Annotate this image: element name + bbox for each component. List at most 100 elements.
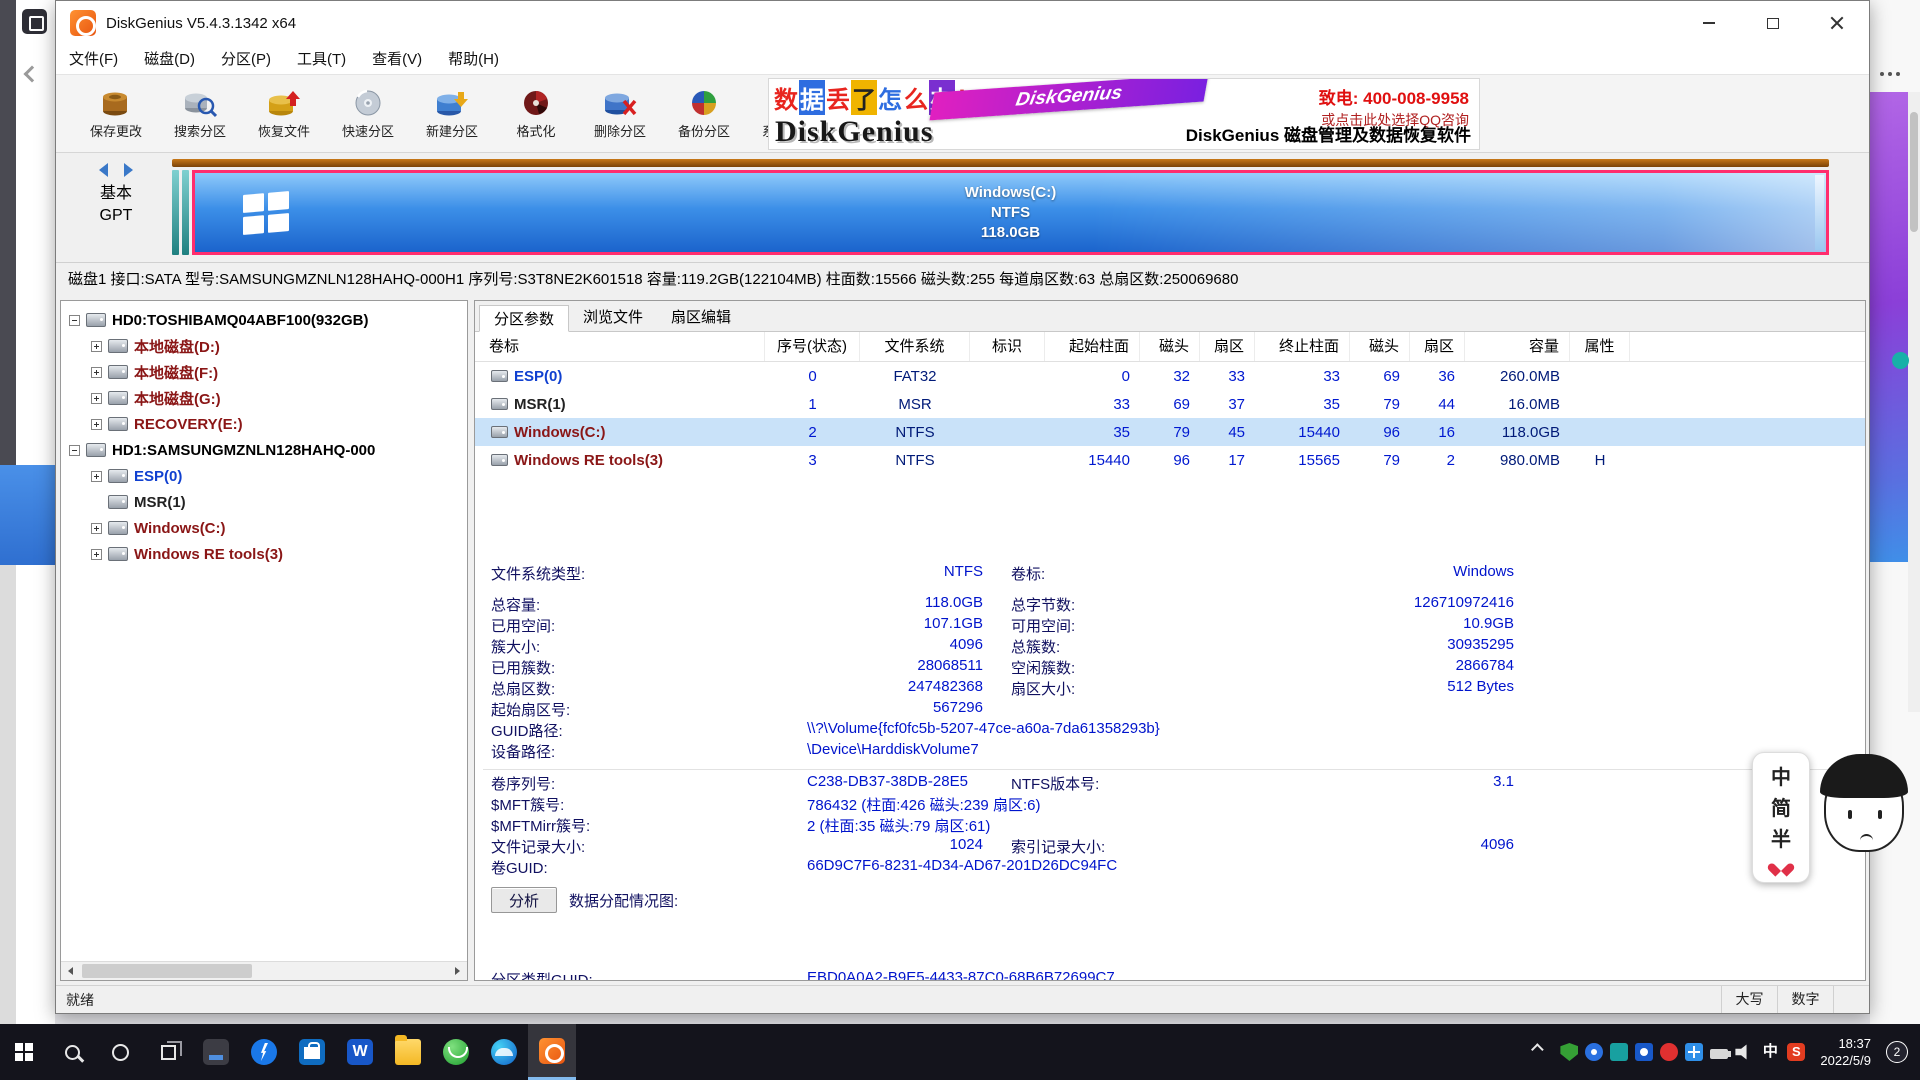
ime-indicator[interactable]: 中 xyxy=(1760,1043,1780,1061)
diskgenius-window: DiskGenius V5.4.3.1342 x64 文件(F) 磁盘(D) 分… xyxy=(55,0,1870,1014)
table-row-esp[interactable]: ESP(0) 0 FAT32 0 32 33 33 69 36 260.0MB xyxy=(475,362,1865,390)
promo-banner[interactable]: 数据丢了怎么办！！ DiskGenius DiskGenius 致电: 400-… xyxy=(768,78,1480,150)
table-row-windows-c[interactable]: Windows(C:) 2 NTFS 35 79 45 15440 96 16 … xyxy=(475,418,1865,446)
tray-icon-blue-circle[interactable] xyxy=(1585,1043,1603,1061)
taskbar-clock[interactable]: 18:37 2022/5/9 xyxy=(1812,1035,1879,1069)
more-icon[interactable] xyxy=(1880,72,1906,78)
new-partition-button[interactable]: 新建分区 xyxy=(410,78,494,150)
status-bar: 就绪 大写 数字 xyxy=(56,985,1869,1013)
minimize-button[interactable] xyxy=(1677,1,1741,45)
expand-icon[interactable] xyxy=(91,393,102,404)
ime-simplified-indicator[interactable]: 简 xyxy=(1771,792,1791,821)
ime-status-card[interactable]: 中 简 半 xyxy=(1752,752,1810,883)
tree-item-msr[interactable]: MSR(1) xyxy=(61,489,467,515)
battery-icon[interactable] xyxy=(1710,1049,1728,1059)
taskbar-app-explorer[interactable] xyxy=(384,1024,432,1080)
close-button[interactable] xyxy=(1805,1,1869,45)
recover-files-button[interactable]: 恢复文件 xyxy=(242,78,326,150)
detail-row-mft: $MFT簇号:786432 (柱面:426 磁头:239 扇区:6) xyxy=(475,794,1865,815)
detail-row: 文件记录大小:1024 索引记录大小:4096 xyxy=(475,836,1865,857)
tree-item-windows-c[interactable]: Windows(C:) xyxy=(61,515,467,541)
tray-icon-red[interactable] xyxy=(1660,1043,1678,1061)
taskbar-app-pinned[interactable] xyxy=(192,1024,240,1080)
table-row-msr[interactable]: MSR(1) 1 MSR 33 69 37 35 79 44 16.0MB xyxy=(475,390,1865,418)
menu-file[interactable]: 文件(F) xyxy=(56,45,131,74)
windows-c-partition-bar[interactable]: Windows(C:) NTFS 118.0GB xyxy=(192,170,1829,255)
expand-icon[interactable] xyxy=(91,367,102,378)
back-arrow-icon[interactable] xyxy=(24,66,41,83)
expand-icon[interactable] xyxy=(91,523,102,534)
tree-item-local-d[interactable]: 本地磁盘(D:) xyxy=(61,333,467,359)
taskbar-app-diskgenius[interactable] xyxy=(528,1024,576,1080)
scroll-thumb[interactable] xyxy=(82,964,252,978)
tab-sector-editor[interactable]: 扇区编辑 xyxy=(657,304,745,331)
tab-partition-parameters[interactable]: 分区参数 xyxy=(479,305,569,332)
tab-browse-files[interactable]: 浏览文件 xyxy=(569,304,657,331)
tree-item-local-g[interactable]: 本地磁盘(G:) xyxy=(61,385,467,411)
background-blue-panel xyxy=(0,465,55,565)
scroll-track[interactable] xyxy=(80,962,448,980)
tree-item-esp[interactable]: ESP(0) xyxy=(61,463,467,489)
analyze-button[interactable]: 分析 xyxy=(491,887,557,913)
scroll-right-button[interactable] xyxy=(448,962,467,981)
scrollbar-thumb[interactable] xyxy=(1910,112,1918,232)
partition-icon xyxy=(108,469,128,483)
ime-halfwidth-indicator[interactable]: 半 xyxy=(1771,823,1791,852)
tree-item-hd0[interactable]: HD0:TOSHIBAMQ04ABF100(932GB) xyxy=(61,307,467,333)
msr-partition-sliver[interactable] xyxy=(182,170,189,255)
background-scrollbar[interactable] xyxy=(1908,92,1920,712)
expand-icon[interactable] xyxy=(91,471,102,482)
tray-icon-snowflake[interactable] xyxy=(1685,1043,1703,1061)
security-tray-icon[interactable] xyxy=(1560,1043,1578,1061)
esp-partition-sliver[interactable] xyxy=(172,170,179,255)
taskbar-app-word[interactable]: W xyxy=(336,1024,384,1080)
partition-icon xyxy=(108,547,128,561)
tree-item-recovery-e[interactable]: RECOVERY(E:) xyxy=(61,411,467,437)
taskbar-app-edge[interactable] xyxy=(480,1024,528,1080)
maximize-button[interactable] xyxy=(1741,1,1805,45)
expand-icon[interactable] xyxy=(91,341,102,352)
format-button[interactable]: 格式化 xyxy=(494,78,578,150)
next-disk-icon[interactable] xyxy=(124,163,133,177)
disk-bus-label: 基本 xyxy=(74,183,158,205)
menu-partition[interactable]: 分区(P) xyxy=(208,45,284,74)
sogou-tray-icon[interactable]: S xyxy=(1787,1043,1805,1061)
tray-icon-teal[interactable] xyxy=(1610,1043,1628,1061)
re-tools-partition-sliver[interactable] xyxy=(1815,175,1824,250)
tree-item-local-f[interactable]: 本地磁盘(F:) xyxy=(61,359,467,385)
background-purple-panel xyxy=(1870,92,1908,562)
task-view-button[interactable] xyxy=(144,1024,192,1080)
taskbar-app-store[interactable] xyxy=(288,1024,336,1080)
collapse-icon[interactable] xyxy=(69,315,80,326)
expand-icon[interactable] xyxy=(91,419,102,430)
collapse-icon[interactable] xyxy=(69,445,80,456)
ime-lang-indicator[interactable]: 中 xyxy=(1771,761,1791,790)
action-center-badge[interactable]: 2 xyxy=(1886,1041,1908,1063)
scroll-left-button[interactable] xyxy=(61,962,80,981)
tree-item-windows-re[interactable]: Windows RE tools(3) xyxy=(61,541,467,567)
menu-help[interactable]: 帮助(H) xyxy=(435,45,512,74)
tray-expand-button[interactable] xyxy=(1535,1043,1553,1061)
heart-icon xyxy=(1773,858,1789,872)
volume-icon[interactable] xyxy=(1735,1043,1753,1061)
delete-partition-button[interactable]: 删除分区 xyxy=(578,78,662,150)
cortana-button[interactable] xyxy=(96,1024,144,1080)
menu-tools[interactable]: 工具(T) xyxy=(284,45,359,74)
menu-view[interactable]: 查看(V) xyxy=(359,45,435,74)
save-changes-button[interactable]: 保存更改 xyxy=(74,78,158,150)
taskbar-app-flash[interactable] xyxy=(240,1024,288,1080)
tray-icon-blue-square[interactable] xyxy=(1635,1043,1653,1061)
prev-disk-icon[interactable] xyxy=(99,163,108,177)
tree-item-hd1[interactable]: HD1:SAMSUNGMZNLN128HAHQ-000 xyxy=(61,437,467,463)
start-button[interactable] xyxy=(0,1024,48,1080)
search-partition-button[interactable]: 搜索分区 xyxy=(158,78,242,150)
tree-horizontal-scrollbar[interactable] xyxy=(61,961,467,980)
backup-partition-button[interactable]: 备份分区 xyxy=(662,78,746,150)
quick-partition-button[interactable]: 快速分区 xyxy=(326,78,410,150)
cartoon-eye xyxy=(1878,810,1882,819)
expand-icon[interactable] xyxy=(91,549,102,560)
taskbar-search-button[interactable] xyxy=(48,1024,96,1080)
menu-disk[interactable]: 磁盘(D) xyxy=(131,45,208,74)
taskbar-app-browser[interactable] xyxy=(432,1024,480,1080)
table-row-windows-re[interactable]: Windows RE tools(3) 3 NTFS 15440 96 17 1… xyxy=(475,446,1865,474)
